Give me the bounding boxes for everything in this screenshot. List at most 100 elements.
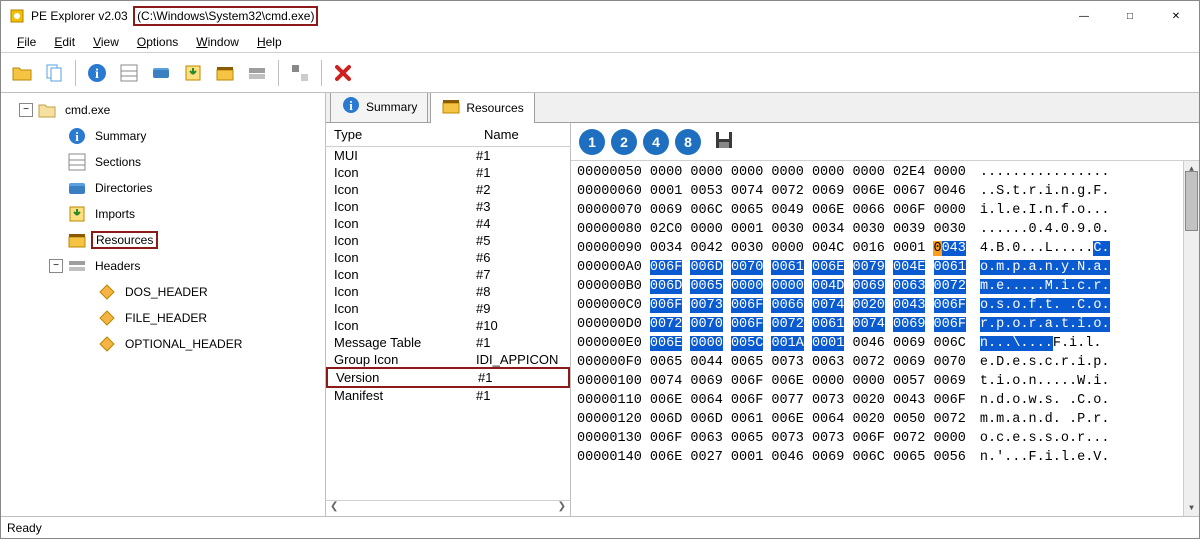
column-name[interactable]: Name <box>476 123 527 146</box>
hex-ascii: m.m.a.n.d. .P.r. <box>980 412 1110 427</box>
menu-help[interactable]: Help <box>249 33 290 51</box>
column-type[interactable]: Type <box>326 123 476 146</box>
scroll-thumb[interactable] <box>1185 171 1198 231</box>
hex-line[interactable]: 000000E0 006E 0000 005C 001A 0001 0046 0… <box>577 334 1199 353</box>
hex-line[interactable]: 00000050 0000 0000 0000 0000 0000 0000 0… <box>577 163 1199 182</box>
menu-file[interactable]: File <box>9 33 44 51</box>
svg-text:i: i <box>95 67 99 82</box>
resource-row[interactable]: Icon#1 <box>326 164 570 181</box>
scroll-down-icon[interactable]: ▼ <box>1184 500 1199 516</box>
resource-type: Icon <box>326 199 476 214</box>
window-title: PE Explorer v2.03 (C:\Windows\System32\c… <box>31 9 318 23</box>
delete-icon[interactable] <box>328 58 358 88</box>
tree-item-sections[interactable]: Sections <box>1 149 325 175</box>
tab-label: Resources <box>466 101 523 115</box>
menu-view[interactable]: View <box>85 33 127 51</box>
resource-row[interactable]: Icon#5 <box>326 232 570 249</box>
hex-width-8-button[interactable]: 8 <box>675 129 701 155</box>
menu-edit[interactable]: Edit <box>46 33 83 51</box>
hex-line[interactable]: 000000A0 006F 006D 0070 0061 006E 0079 0… <box>577 258 1199 277</box>
hex-line[interactable]: 00000120 006D 006D 0061 006E 0064 0020 0… <box>577 410 1199 429</box>
vertical-scrollbar[interactable]: ▲ ▼ <box>1183 161 1199 516</box>
sections-icon[interactable] <box>114 58 144 88</box>
resource-row[interactable]: Icon#3 <box>326 198 570 215</box>
toggle-icon[interactable] <box>285 58 315 88</box>
hex-line[interactable]: 00000060 0001 0053 0074 0072 0069 006E 0… <box>577 182 1199 201</box>
tree-item-optional_header[interactable]: OPTIONAL_HEADER <box>1 331 325 357</box>
resources-icon[interactable] <box>210 58 240 88</box>
resource-type: Icon <box>326 182 476 197</box>
resource-type: Icon <box>326 233 476 248</box>
resource-row[interactable]: Version#1 <box>326 367 570 388</box>
info-icon[interactable]: i <box>82 58 112 88</box>
hex-bytes: 0034 0042 0030 0000 004C 0016 0001 0043 <box>642 241 966 256</box>
resource-row[interactable]: Group IconIDI_APPICON <box>326 351 570 368</box>
tree-item-summary[interactable]: i Summary <box>1 123 325 149</box>
resource-row[interactable]: Icon#7 <box>326 266 570 283</box>
svg-text:i: i <box>75 129 79 144</box>
tree-pane[interactable]: −cmd.exe i Summary SectionsDirectoriesImpor… <box>1 93 326 516</box>
directories-icon[interactable] <box>146 58 176 88</box>
tree-item-headers[interactable]: −Headers <box>1 253 325 279</box>
resource-row[interactable]: Icon#6 <box>326 249 570 266</box>
hex-width-4-button[interactable]: 4 <box>643 129 669 155</box>
hex-address: 000000A0 <box>577 260 642 275</box>
headers-icon[interactable] <box>242 58 272 88</box>
save-icon[interactable] <box>713 129 735 154</box>
hex-ascii: o.s.o.f.t. .C.o. <box>980 298 1110 313</box>
maximize-button[interactable]: □ <box>1107 1 1153 31</box>
tree-item-directories[interactable]: Directories <box>1 175 325 201</box>
resource-name: #7 <box>476 267 570 282</box>
resource-row[interactable]: Message Table#1 <box>326 334 570 351</box>
hex-line[interactable]: 000000B0 006D 0065 0000 0000 004D 0069 0… <box>577 277 1199 296</box>
tree-item-imports[interactable]: Imports <box>1 201 325 227</box>
resource-row[interactable]: Icon#8 <box>326 283 570 300</box>
collapse-icon[interactable]: − <box>19 103 33 117</box>
resource-row[interactable]: Icon#2 <box>326 181 570 198</box>
resource-list[interactable]: Type Name MUI#1Icon#1Icon#2Icon#3Icon#4I… <box>326 123 571 516</box>
tab-summary[interactable]: iSummary <box>330 93 428 122</box>
resource-row[interactable]: Icon#10 <box>326 317 570 334</box>
horizontal-scrollbar[interactable]: ❮ ❯ <box>326 500 570 516</box>
scroll-right-icon[interactable]: ❯ <box>558 501 566 516</box>
hex-view[interactable]: 00000050 0000 0000 0000 0000 0000 0000 0… <box>571 161 1199 516</box>
tree-item-file_header[interactable]: FILE_HEADER <box>1 305 325 331</box>
tab-resources[interactable]: Resources <box>430 93 534 123</box>
imports-icon[interactable] <box>178 58 208 88</box>
statusbar: Ready <box>1 516 1199 538</box>
hex-bytes: 0074 0069 006F 006E 0000 0000 0057 0069 <box>642 374 966 389</box>
close-button[interactable]: ✕ <box>1153 1 1199 31</box>
hex-line[interactable]: 00000130 006F 0063 0065 0073 0073 006F 0… <box>577 429 1199 448</box>
hex-width-2-button[interactable]: 2 <box>611 129 637 155</box>
title-prefix: PE Explorer v2.03 <box>31 9 128 23</box>
resource-name: #1 <box>478 370 568 385</box>
resource-row[interactable]: Icon#4 <box>326 215 570 232</box>
tree-item-resources[interactable]: Resources <box>1 227 325 253</box>
hex-line[interactable]: 00000140 006E 0027 0001 0046 0069 006C 0… <box>577 448 1199 467</box>
hex-bytes: 006D 0065 0000 0000 004D 0069 0063 0072 <box>642 279 966 294</box>
tabstrip: iSummary Resources <box>326 93 1199 123</box>
collapse-icon[interactable]: − <box>49 259 63 273</box>
hex-width-1-button[interactable]: 1 <box>579 129 605 155</box>
scroll-left-icon[interactable]: ❮ <box>330 501 338 516</box>
hex-line[interactable]: 00000070 0069 006C 0065 0049 006E 0066 0… <box>577 201 1199 220</box>
minimize-button[interactable]: — <box>1061 1 1107 31</box>
open-file-icon[interactable] <box>7 58 37 88</box>
hex-line[interactable]: 00000080 02C0 0000 0001 0030 0034 0030 0… <box>577 220 1199 239</box>
hex-line[interactable]: 00000100 0074 0069 006F 006E 0000 0000 0… <box>577 372 1199 391</box>
resource-row[interactable]: Icon#9 <box>326 300 570 317</box>
copy-icon[interactable] <box>39 58 69 88</box>
hex-line[interactable]: 000000D0 0072 0070 006F 0072 0061 0074 0… <box>577 315 1199 334</box>
hex-line[interactable]: 000000C0 006F 0073 006F 0066 0074 0020 0… <box>577 296 1199 315</box>
tree-label: Summary <box>91 128 150 144</box>
resource-row[interactable]: MUI#1 <box>326 147 570 164</box>
tree-root[interactable]: −cmd.exe <box>1 97 325 123</box>
tree-item-dos_header[interactable]: DOS_HEADER <box>1 279 325 305</box>
hex-line[interactable]: 000000F0 0065 0044 0065 0073 0063 0072 0… <box>577 353 1199 372</box>
hex-line[interactable]: 00000110 006E 0064 006F 0077 0073 0020 0… <box>577 391 1199 410</box>
hex-line[interactable]: 00000090 0034 0042 0030 0000 004C 0016 0… <box>577 239 1199 258</box>
resource-row[interactable]: Manifest#1 <box>326 387 570 404</box>
menu-window[interactable]: Window <box>188 33 247 51</box>
hex-ascii: m.e.....M.i.c.r. <box>980 279 1110 294</box>
menu-options[interactable]: Options <box>129 33 186 51</box>
